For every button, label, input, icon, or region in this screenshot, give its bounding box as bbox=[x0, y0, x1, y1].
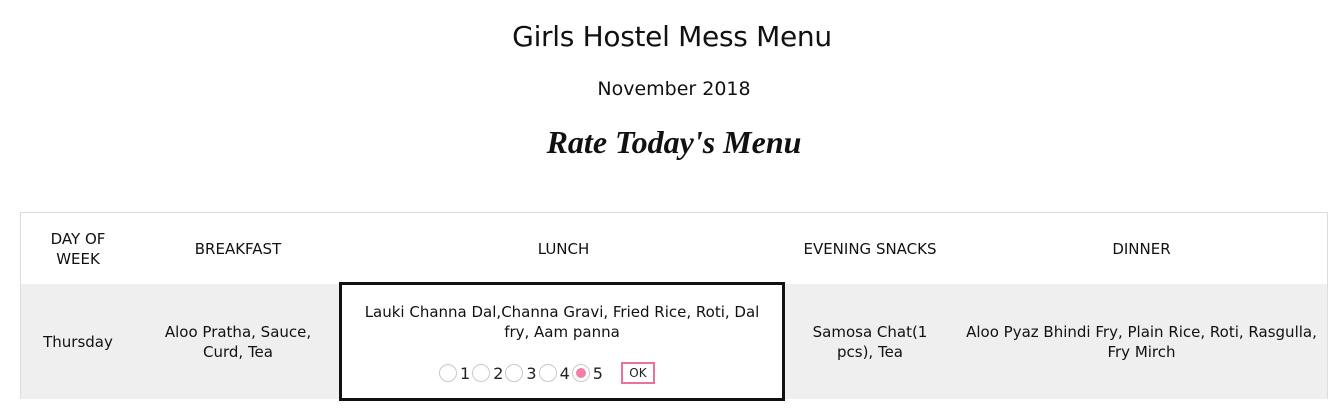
rating-label-5: 5 bbox=[592, 363, 603, 383]
header-snacks: EVENING SNACKS bbox=[803, 239, 937, 258]
cell-dinner: Aloo Pyaz Bhindi Fry, Plain Rice, Roti, … bbox=[966, 322, 1317, 361]
rating-group: 1 2 3 4 5 OK bbox=[439, 362, 655, 384]
rate-heading: Rate Today's Menu bbox=[546, 124, 802, 160]
cell-day: Thursday bbox=[43, 332, 113, 351]
rating-label-4: 4 bbox=[559, 363, 570, 383]
rating-label-2: 2 bbox=[493, 363, 504, 383]
table-header-row: DAY OF WEEK BREAKFAST LUNCH EVENING SNAC… bbox=[21, 213, 1327, 284]
header-dinner: DINNER bbox=[1112, 239, 1171, 258]
ok-button[interactable]: OK bbox=[620, 362, 655, 384]
rating-radio-4[interactable] bbox=[538, 364, 557, 382]
rating-radio-1[interactable] bbox=[439, 364, 457, 382]
cell-lunch: Lauki Channa Dal,Channa Gravi, Fried Ric… bbox=[364, 303, 760, 341]
rating-label-3: 3 bbox=[526, 363, 537, 383]
header-breakfast: BREAKFAST bbox=[194, 239, 282, 258]
rating-label-1: 1 bbox=[460, 363, 471, 383]
cell-breakfast: Aloo Pratha, Sauce, Curd, Tea bbox=[164, 322, 312, 361]
lunch-rating-popup: Lauki Channa Dal,Channa Gravi, Fried Ric… bbox=[339, 282, 785, 401]
header-lunch: LUNCH bbox=[537, 239, 590, 258]
header-day: DAY OF WEEK bbox=[50, 229, 106, 268]
rating-radio-2[interactable] bbox=[472, 364, 491, 382]
page-subtitle: November 2018 bbox=[597, 78, 751, 100]
page-title: Girls Hostel Mess Menu bbox=[512, 20, 832, 53]
rating-radio-5[interactable] bbox=[571, 364, 590, 382]
rating-radio-3[interactable] bbox=[505, 364, 524, 382]
cell-snacks: Samosa Chat(1 pcs), Tea bbox=[812, 322, 928, 361]
